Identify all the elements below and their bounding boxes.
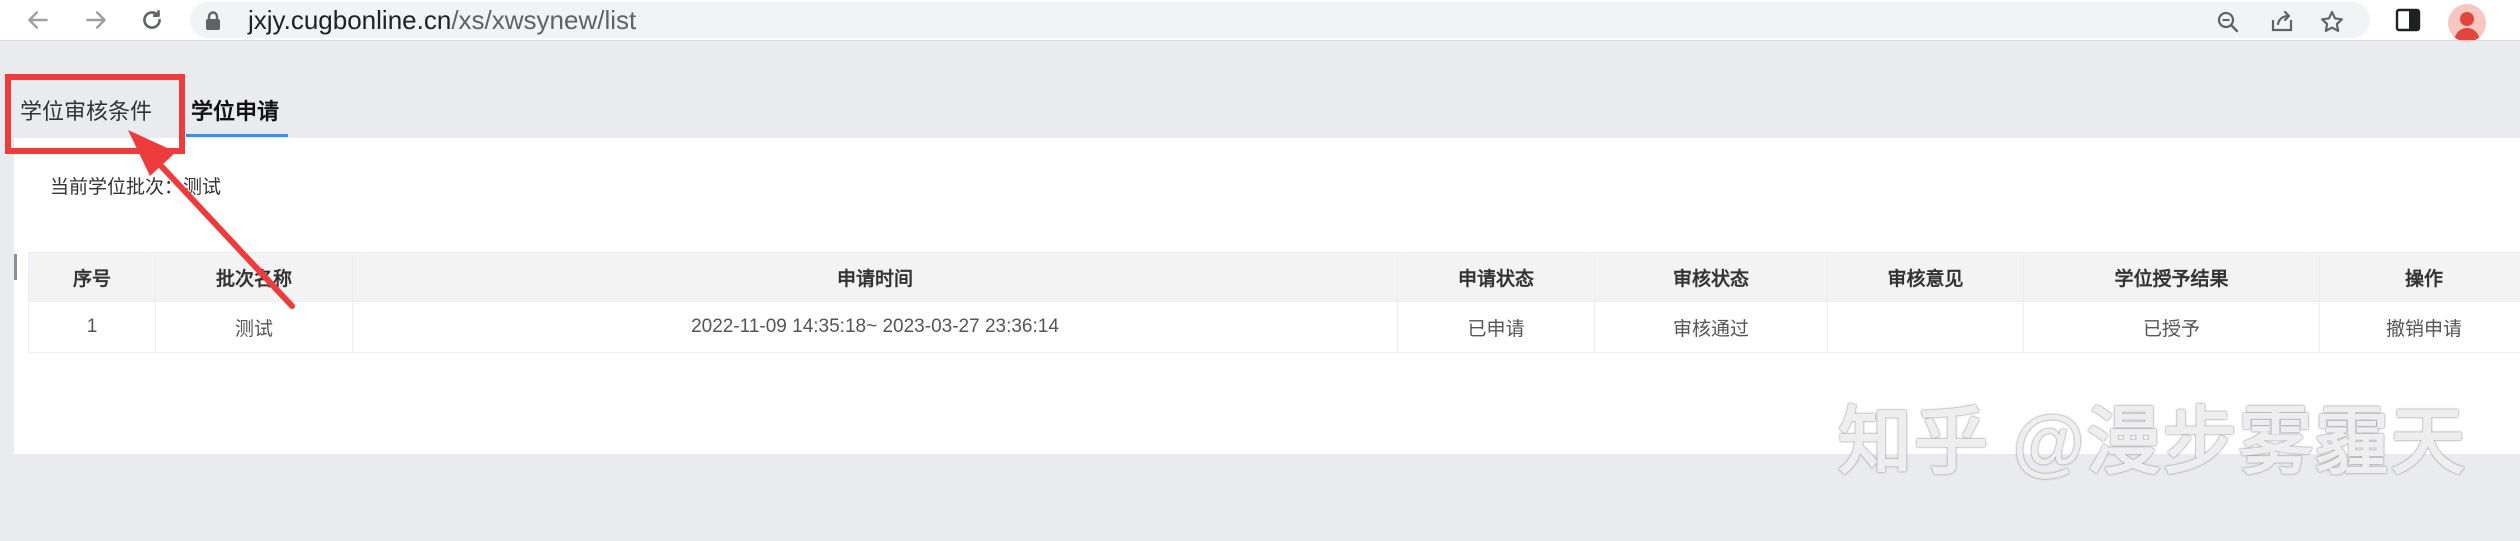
url-host: jxjy.cugbonline.cn <box>248 5 452 35</box>
header-batch-name: 批次名称 <box>155 252 353 302</box>
application-table: 序号 批次名称 申请时间 申请状态 审核状态 审核意见 学位授予结果 操作 1 … <box>28 252 2520 353</box>
watermark-text: 知乎 @漫步雾霾天 <box>1838 400 2467 483</box>
zoom-icon[interactable] <box>2214 8 2242 36</box>
share-icon[interactable] <box>2268 8 2296 36</box>
cell-index: 1 <box>28 301 156 353</box>
lock-icon[interactable] <box>204 11 222 36</box>
header-apply-time: 申请时间 <box>352 252 1398 302</box>
address-bar[interactable]: jxjy.cugbonline.cn/xs/xwsynew/list <box>190 2 2370 38</box>
header-review-opinion: 审核意见 <box>1827 252 2024 302</box>
cell-review-status: 审核通过 <box>1594 301 1828 353</box>
header-review-status: 审核状态 <box>1594 252 1828 302</box>
tab-degree-application[interactable]: 学位申请 <box>191 96 279 128</box>
url-path: /xs/xwsynew/list <box>451 5 637 35</box>
header-index: 序号 <box>28 252 156 302</box>
side-panel-icon[interactable] <box>2392 4 2424 36</box>
cell-batch-name: 测试 <box>155 301 353 353</box>
back-arrow-icon[interactable] <box>22 4 54 36</box>
reload-icon[interactable] <box>136 4 168 36</box>
header-apply-status: 申请状态 <box>1397 252 1595 302</box>
bookmark-star-icon[interactable] <box>2318 8 2346 36</box>
current-batch-text: 当前学位批次：测试 <box>50 177 222 198</box>
header-action: 操作 <box>2319 252 2520 302</box>
tab-bar: 学位审核条件 学位申请 <box>0 52 2520 138</box>
table-row: 1 测试 2022-11-09 14:35:18~ 2023-03-27 23:… <box>28 301 2520 353</box>
panel-left-marker <box>14 254 17 280</box>
forward-arrow-icon[interactable] <box>80 4 112 36</box>
annotation-highlight-box <box>5 74 185 154</box>
header-degree-result: 学位授予结果 <box>2023 252 2320 302</box>
cell-review-opinion <box>1827 301 2024 353</box>
active-tab-underline <box>186 134 288 137</box>
cell-apply-time: 2022-11-09 14:35:18~ 2023-03-27 23:36:14 <box>352 301 1398 353</box>
cell-degree-result-link[interactable]: 已授予 <box>2023 301 2320 353</box>
cell-apply-status: 已申请 <box>1397 301 1595 353</box>
profile-avatar[interactable] <box>2448 4 2486 42</box>
url-text[interactable]: jxjy.cugbonline.cn/xs/xwsynew/list <box>248 6 636 34</box>
cell-cancel-application-button[interactable]: 撤销申请 <box>2319 301 2520 353</box>
browser-toolbar: jxjy.cugbonline.cn/xs/xwsynew/list <box>0 0 2520 42</box>
table-header-row: 序号 批次名称 申请时间 申请状态 审核状态 审核意见 学位授予结果 操作 <box>28 252 2520 302</box>
